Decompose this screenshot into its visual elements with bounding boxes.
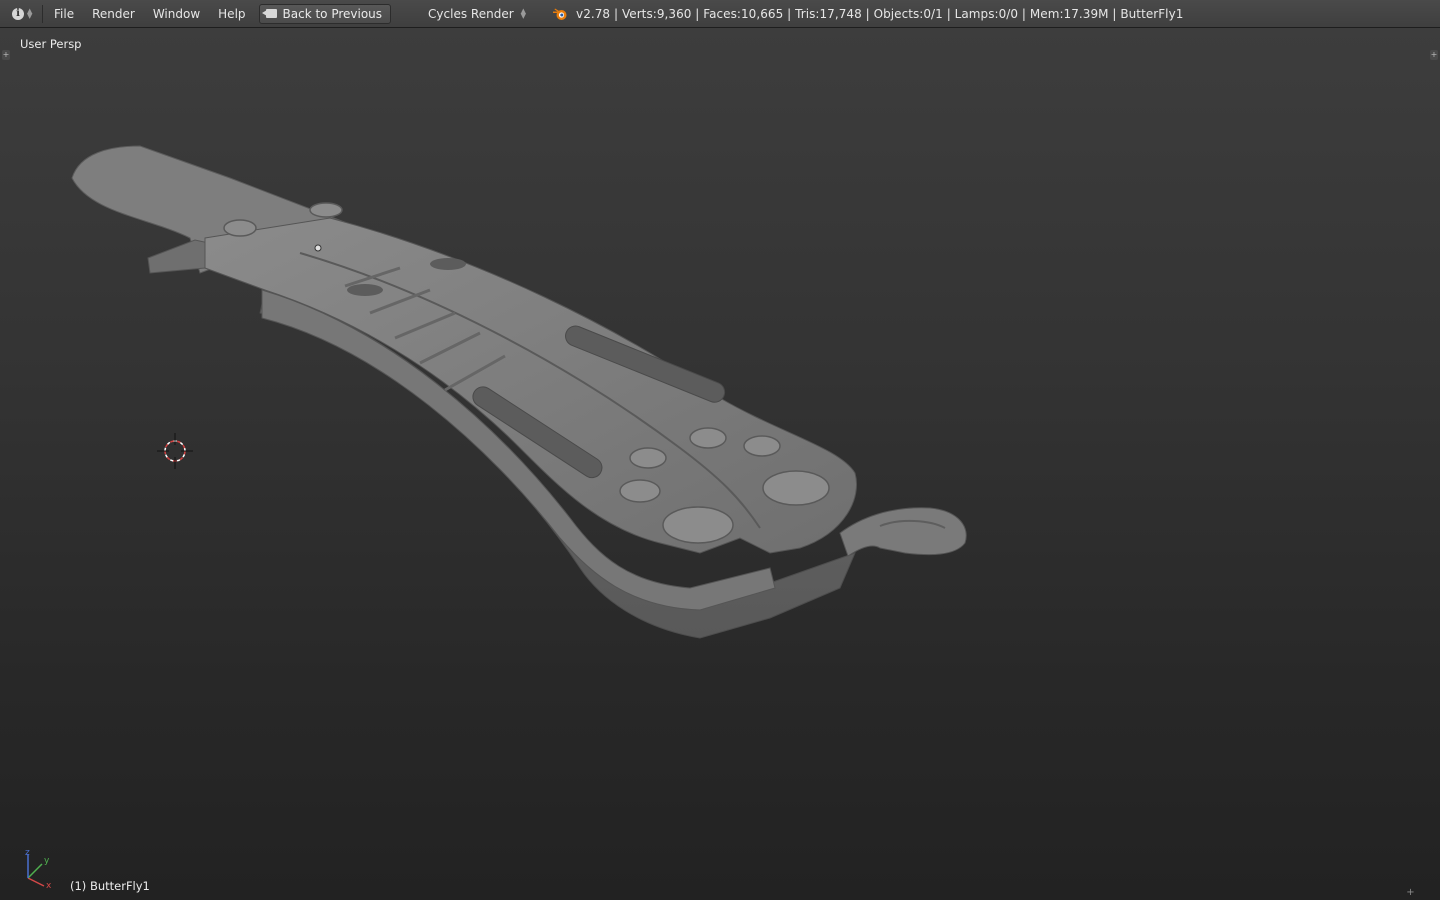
axis-x-label: x — [46, 881, 52, 890]
editor-type-selector[interactable]: i ▲ ▼ — [12, 4, 38, 24]
scene-statistics: v2.78 | Verts:9,360 | Faces:10,665 | Tri… — [576, 6, 1184, 21]
back-arrow-icon — [261, 9, 277, 18]
axis-z-label: z — [25, 850, 30, 858]
info-header: i ▲ ▼ File Render Window Help Back to Pre… — [0, 0, 1440, 28]
view-name-label: User Persp — [20, 37, 82, 51]
menu-window[interactable]: Window — [144, 7, 209, 21]
3d-cursor-icon[interactable] — [155, 431, 195, 471]
blender-logo-icon — [553, 8, 567, 20]
area-split-handle[interactable]: + — [1406, 888, 1415, 898]
back-to-previous-label: Back to Previous — [282, 6, 383, 21]
3d-viewport[interactable]: User Persp + + x y z (1) ButterFly1 + — [0, 28, 1440, 900]
tool-shelf-toggle[interactable]: + — [2, 50, 10, 60]
menu-file[interactable]: File — [49, 7, 83, 21]
latch — [839, 507, 967, 557]
properties-shelf-toggle[interactable]: + — [1430, 50, 1438, 60]
header-divider — [42, 4, 43, 23]
menu-help[interactable]: Help — [209, 7, 254, 21]
menu-render[interactable]: Render — [83, 7, 144, 21]
butterfly-knife-model[interactable] — [0, 28, 1440, 900]
axis-y-label: y — [44, 856, 50, 866]
back-to-previous-button[interactable]: Back to Previous — [258, 3, 392, 24]
render-engine-select[interactable]: Cycles Render ▲ ▼ — [428, 7, 528, 21]
axis-gizmo: x y z — [25, 850, 52, 890]
engine-updown-icon: ▲ ▼ — [520, 6, 527, 20]
info-icon: i — [12, 7, 24, 20]
updown-arrows-icon: ▲ ▼ — [27, 6, 33, 20]
active-object-label: (1) ButterFly1 — [70, 879, 150, 893]
render-engine-value: Cycles Render — [428, 6, 514, 21]
